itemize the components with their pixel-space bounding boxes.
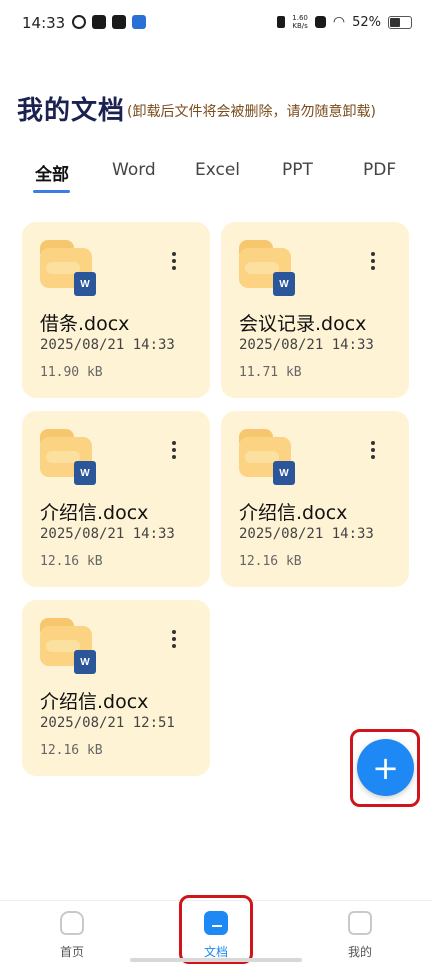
- battery-icon: [388, 15, 412, 29]
- file-card[interactable]: W 会议记录.docx 2025/08/21 14:33 11.71 kB: [221, 222, 409, 398]
- file-name: 介绍信.docx: [40, 502, 149, 524]
- tab-all[interactable]: 全部: [35, 160, 69, 185]
- file-card[interactable]: W 介绍信.docx 2025/08/21 12:51 12.16 kB: [22, 600, 210, 776]
- file-card[interactable]: W 介绍信.docx 2025/08/21 14:33 12.16 kB: [22, 411, 210, 587]
- nav-highlight-box: [179, 895, 253, 964]
- file-date: 2025/08/21 14:33: [239, 337, 374, 353]
- status-bar: 14:33 1.60 KB/s ◠ 52%: [0, 0, 432, 50]
- word-file-icon: W: [273, 272, 295, 296]
- more-options-icon[interactable]: [172, 252, 176, 270]
- word-file-icon: W: [74, 461, 96, 485]
- tiktok-icon: [92, 15, 106, 29]
- tab-ppt[interactable]: PPT: [282, 160, 313, 180]
- add-document-button[interactable]: +: [357, 739, 414, 796]
- wifi-icon: ◠: [332, 14, 346, 30]
- app-notification-icon: [132, 15, 146, 29]
- vibrate-icon: [277, 16, 286, 28]
- nav-profile[interactable]: 我的: [310, 901, 410, 965]
- file-name: 介绍信.docx: [40, 691, 149, 713]
- tab-pdf[interactable]: PDF: [363, 160, 396, 180]
- nav-home[interactable]: 首页: [22, 901, 122, 965]
- word-file-icon: W: [74, 272, 96, 296]
- more-options-icon[interactable]: [371, 441, 375, 459]
- page-subtitle: (卸载后文件将会被删除，请勿随意卸载): [127, 104, 376, 120]
- file-date: 2025/08/21 14:33: [239, 526, 374, 542]
- file-size: 12.16 kB: [40, 743, 103, 758]
- file-name: 借条.docx: [40, 313, 130, 335]
- home-icon: [60, 911, 84, 935]
- word-file-icon: W: [273, 461, 295, 485]
- file-name: 会议记录.docx: [239, 313, 367, 335]
- sim-icon: [314, 16, 326, 28]
- file-card[interactable]: W 介绍信.docx 2025/08/21 14:33 12.16 kB: [221, 411, 409, 587]
- file-date: 2025/08/21 14:33: [40, 526, 175, 542]
- more-options-icon[interactable]: [371, 252, 375, 270]
- word-file-icon: W: [74, 650, 96, 674]
- file-date: 2025/08/21 14:33: [40, 337, 175, 353]
- active-tab-indicator: [33, 190, 70, 193]
- file-card[interactable]: W 借条.docx 2025/08/21 14:33 11.90 kB: [22, 222, 210, 398]
- network-speed: 1.60 KB/s: [292, 14, 308, 30]
- file-size: 11.71 kB: [239, 365, 302, 380]
- profile-icon: [348, 911, 372, 935]
- gesture-bar: [130, 958, 302, 962]
- plus-icon: +: [372, 748, 399, 787]
- more-options-icon[interactable]: [172, 441, 176, 459]
- more-options-icon[interactable]: [172, 630, 176, 648]
- file-size: 11.90 kB: [40, 365, 103, 380]
- page-title: 我的文档: [17, 96, 126, 126]
- battery-percent: 52%: [352, 14, 381, 30]
- tab-word[interactable]: Word: [112, 160, 156, 180]
- file-size: 12.16 kB: [40, 554, 103, 569]
- file-size: 12.16 kB: [239, 554, 302, 569]
- tab-excel[interactable]: Excel: [195, 160, 240, 180]
- sync-icon: [72, 15, 86, 29]
- mail-icon: [112, 15, 126, 29]
- status-time: 14:33: [22, 14, 66, 32]
- file-date: 2025/08/21 12:51: [40, 715, 175, 731]
- file-name: 介绍信.docx: [239, 502, 348, 524]
